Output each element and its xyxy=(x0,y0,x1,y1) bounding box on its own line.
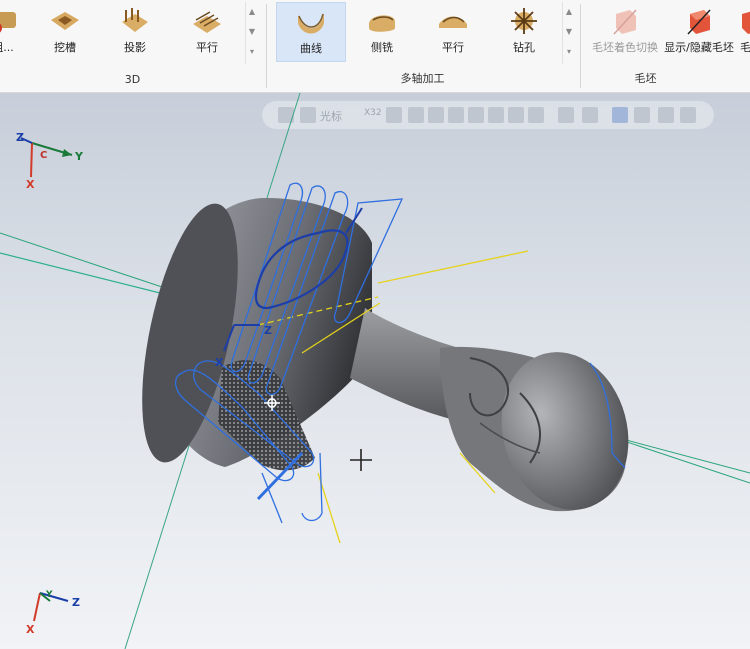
swarf-button[interactable]: 侧铣 xyxy=(359,2,405,62)
local-axis-z: Z xyxy=(264,324,272,337)
triad-bottom-x: X xyxy=(26,623,35,636)
show-hide-stock-button[interactable]: 显示/隐藏毛坯 xyxy=(661,2,737,62)
parallel-multiaxis-label: 平行 xyxy=(442,41,464,54)
group-label-stock: 毛坯 xyxy=(634,72,657,85)
parallel-3d-label: 平行 xyxy=(196,41,218,54)
scroll-down-icon[interactable]: ▼ xyxy=(563,22,575,42)
triad-bottom-y: Y xyxy=(45,590,53,600)
group-label-3d: 3D xyxy=(124,73,141,86)
group-label-multiaxis: 多轴加工 xyxy=(400,72,445,85)
pocket-button[interactable]: 挖槽 xyxy=(42,2,88,62)
graphics-viewport[interactable]: 光标 X32 X Z Z C Y X Y Z X xyxy=(0,93,750,649)
triad-top-y: Y xyxy=(74,150,84,163)
pocket-label: 挖槽 xyxy=(54,41,76,54)
projection-button[interactable]: 投影 xyxy=(112,2,158,62)
scroll-up-icon[interactable]: ▲ xyxy=(246,2,258,22)
triad-top-x: X xyxy=(26,178,35,191)
swarf-label: 侧铣 xyxy=(371,41,393,54)
gallery-scroll-3d[interactable]: ▲ ▼ ▾ xyxy=(245,2,258,64)
scene: X Z Z C Y X Y Z X xyxy=(0,93,750,649)
show-hide-stock-icon xyxy=(687,9,711,35)
stock-shading-label: 毛坯着色切换 xyxy=(592,41,658,54)
scroll-more-icon[interactable]: ▾ xyxy=(246,42,258,62)
triad-top-z: Z xyxy=(16,131,24,144)
stock-label: 毛坯 xyxy=(740,41,750,54)
parallel-multiaxis-icon xyxy=(439,16,467,28)
drill-icon xyxy=(511,8,537,34)
cursor-crosshair-icon xyxy=(350,449,372,471)
pocket-icon xyxy=(51,12,79,30)
drill-label: 钻孔 xyxy=(513,41,535,54)
scroll-up-icon[interactable]: ▲ xyxy=(563,2,575,22)
group-multiaxis: 曲线 侧铣 平行 钻孔 ▲ ▼ ▾ 多轴加工 xyxy=(267,0,578,92)
scroll-more-icon[interactable]: ▾ xyxy=(563,42,575,62)
parallel-multiaxis-button[interactable]: 平行 xyxy=(430,2,476,62)
triad-top-c: C xyxy=(40,150,47,161)
axis-line xyxy=(0,252,181,299)
rough-label: 粗... xyxy=(0,41,14,54)
parallel-3d-button[interactable]: 平行 xyxy=(184,2,230,62)
rough-icon xyxy=(0,12,16,33)
stock-shading-icon xyxy=(613,9,637,35)
stock-icon xyxy=(742,11,750,34)
stock-button[interactable]: 毛坯 xyxy=(731,2,750,62)
group-stock: 毛坯着色切换 显示/隐藏毛坯 毛坯 毛坯 xyxy=(581,0,750,92)
gallery-scroll-multiaxis[interactable]: ▲ ▼ ▾ xyxy=(562,2,575,64)
projection-label: 投影 xyxy=(124,41,146,54)
curve-icon xyxy=(298,13,324,34)
projection-icon xyxy=(122,8,148,32)
scroll-down-icon[interactable]: ▼ xyxy=(246,22,258,42)
show-hide-stock-label: 显示/隐藏毛坯 xyxy=(664,41,734,54)
view-triad-top: Z C Y X xyxy=(16,131,84,191)
rough-button[interactable]: 粗... xyxy=(0,2,26,62)
stock-shading-toggle-button[interactable]: 毛坯着色切换 xyxy=(587,2,663,62)
curve-label: 曲线 xyxy=(300,42,322,55)
triad-bottom-z: Z xyxy=(72,596,80,609)
view-triad-bottom: Y Z X xyxy=(26,590,80,636)
curve-button[interactable]: 曲线 xyxy=(276,2,346,62)
yellow-line xyxy=(377,250,529,284)
group-3d: 粗... 挖槽 投影 平行 ▲ ▼ ▾ 3D xyxy=(0,0,265,92)
local-axis-x: X xyxy=(215,356,224,369)
parallel-3d-icon xyxy=(193,11,221,33)
drill-button[interactable]: 钻孔 xyxy=(501,2,547,62)
ribbon: 粗... 挖槽 投影 平行 ▲ ▼ ▾ 3D 曲线 侧铣 xyxy=(0,0,750,93)
swarf-icon xyxy=(369,15,395,32)
